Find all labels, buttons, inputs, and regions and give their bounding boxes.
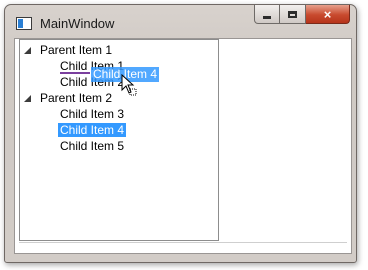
tree-item-label: Child Item 3 [60, 107, 125, 121]
tree-expander-icon[interactable] [24, 95, 31, 102]
tree-item-parent-2[interactable]: Parent Item 2 [40, 90, 112, 106]
drag-copy-cursor-icon [121, 74, 137, 96]
caption-buttons: × [254, 5, 350, 25]
maximize-icon [288, 10, 297, 18]
tree-item-label: Child Item 4 [58, 123, 127, 137]
title-bar[interactable]: MainWindow × [5, 5, 356, 37]
tree-view[interactable]: Parent Item 1 Child Item 1 Child Item 2 … [19, 39, 219, 241]
minimize-icon [263, 15, 271, 19]
bottom-divider [19, 242, 347, 251]
window-app-icon[interactable] [16, 17, 32, 30]
maximize-button[interactable] [280, 5, 306, 24]
client-area: Parent Item 1 Child Item 1 Child Item 2 … [14, 38, 352, 254]
main-window: MainWindow × Parent Item 1 Child Item 1 [4, 4, 357, 263]
tree-item-parent-1[interactable]: Parent Item 1 [40, 42, 112, 58]
close-button[interactable]: × [306, 5, 350, 24]
minimize-button[interactable] [254, 5, 280, 24]
tree-expander-icon[interactable] [24, 47, 31, 54]
tree-item-child-3[interactable]: Child Item 3 [60, 106, 124, 122]
tree-item-label: Parent Item 2 [40, 91, 113, 105]
tree-item-label: Child Item 5 [60, 139, 125, 153]
window-title: MainWindow [40, 16, 115, 31]
tree-item-child-5[interactable]: Child Item 5 [60, 138, 124, 154]
tree-item-child-4[interactable]: Child Item 4 [58, 122, 127, 138]
tree-item-label: Parent Item 1 [40, 43, 113, 57]
close-icon: × [323, 6, 332, 22]
